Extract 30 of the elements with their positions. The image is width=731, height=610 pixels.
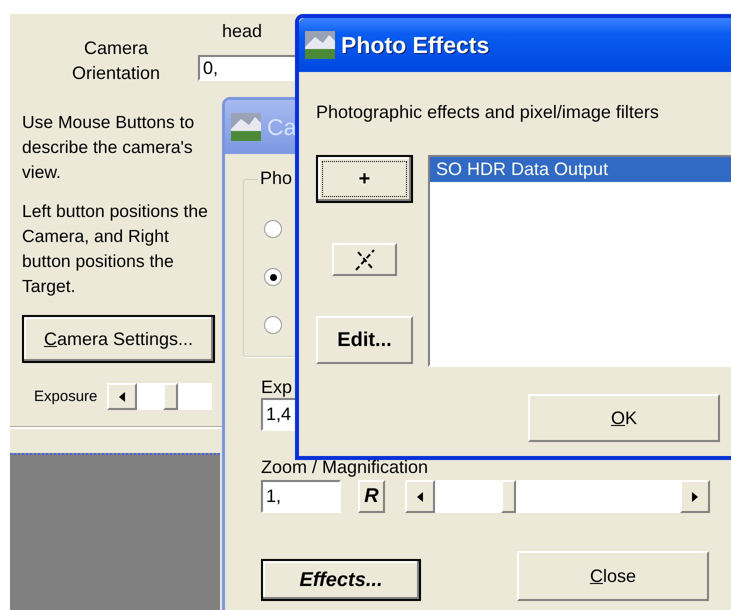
radio-button[interactable] [264, 316, 282, 334]
landscape-icon [231, 113, 261, 141]
remove-button[interactable] [332, 243, 397, 276]
orientation-label: Camera Orientation [70, 37, 162, 85]
heading-label: head [222, 20, 264, 42]
effects-list[interactable]: SO HDR Data Output [428, 155, 731, 367]
description-text: Photographic effects and pixel/image filters [316, 102, 659, 123]
exposure-scrollbar[interactable] [107, 383, 212, 410]
reset-button[interactable]: R [358, 480, 385, 513]
scroll-thumb[interactable] [163, 383, 178, 410]
ok-button[interactable]: OK [528, 394, 720, 442]
edit-button[interactable]: Edit... [316, 316, 413, 364]
exposure-label: Exposure [34, 388, 98, 405]
radio-button[interactable] [264, 220, 282, 238]
zoom-field[interactable]: 1, [261, 480, 341, 513]
list-item[interactable]: SO HDR Data Output [430, 157, 731, 182]
effects-button[interactable]: Effects... [261, 559, 421, 601]
instruction-text: Left button positions the Camera, and Right button positions the Target. [22, 200, 209, 298]
radio-button[interactable] [264, 268, 282, 286]
close-button[interactable]: Close [517, 551, 709, 601]
instruction-text: Use Mouse Buttons to describe the camera's view. [22, 111, 196, 184]
add-button[interactable]: + [316, 155, 413, 203]
slider-thumb[interactable] [501, 480, 516, 513]
zoom-label: Zoom / Magnification [261, 457, 428, 478]
exposure-label: Exp [261, 377, 292, 398]
landscape-icon [305, 31, 335, 59]
zoom-slider[interactable] [405, 480, 710, 513]
camera-settings-button[interactable]: Camera Settings... [22, 315, 215, 363]
window-title: Photo Effects [341, 32, 490, 58]
window-title: Ca [267, 114, 296, 140]
